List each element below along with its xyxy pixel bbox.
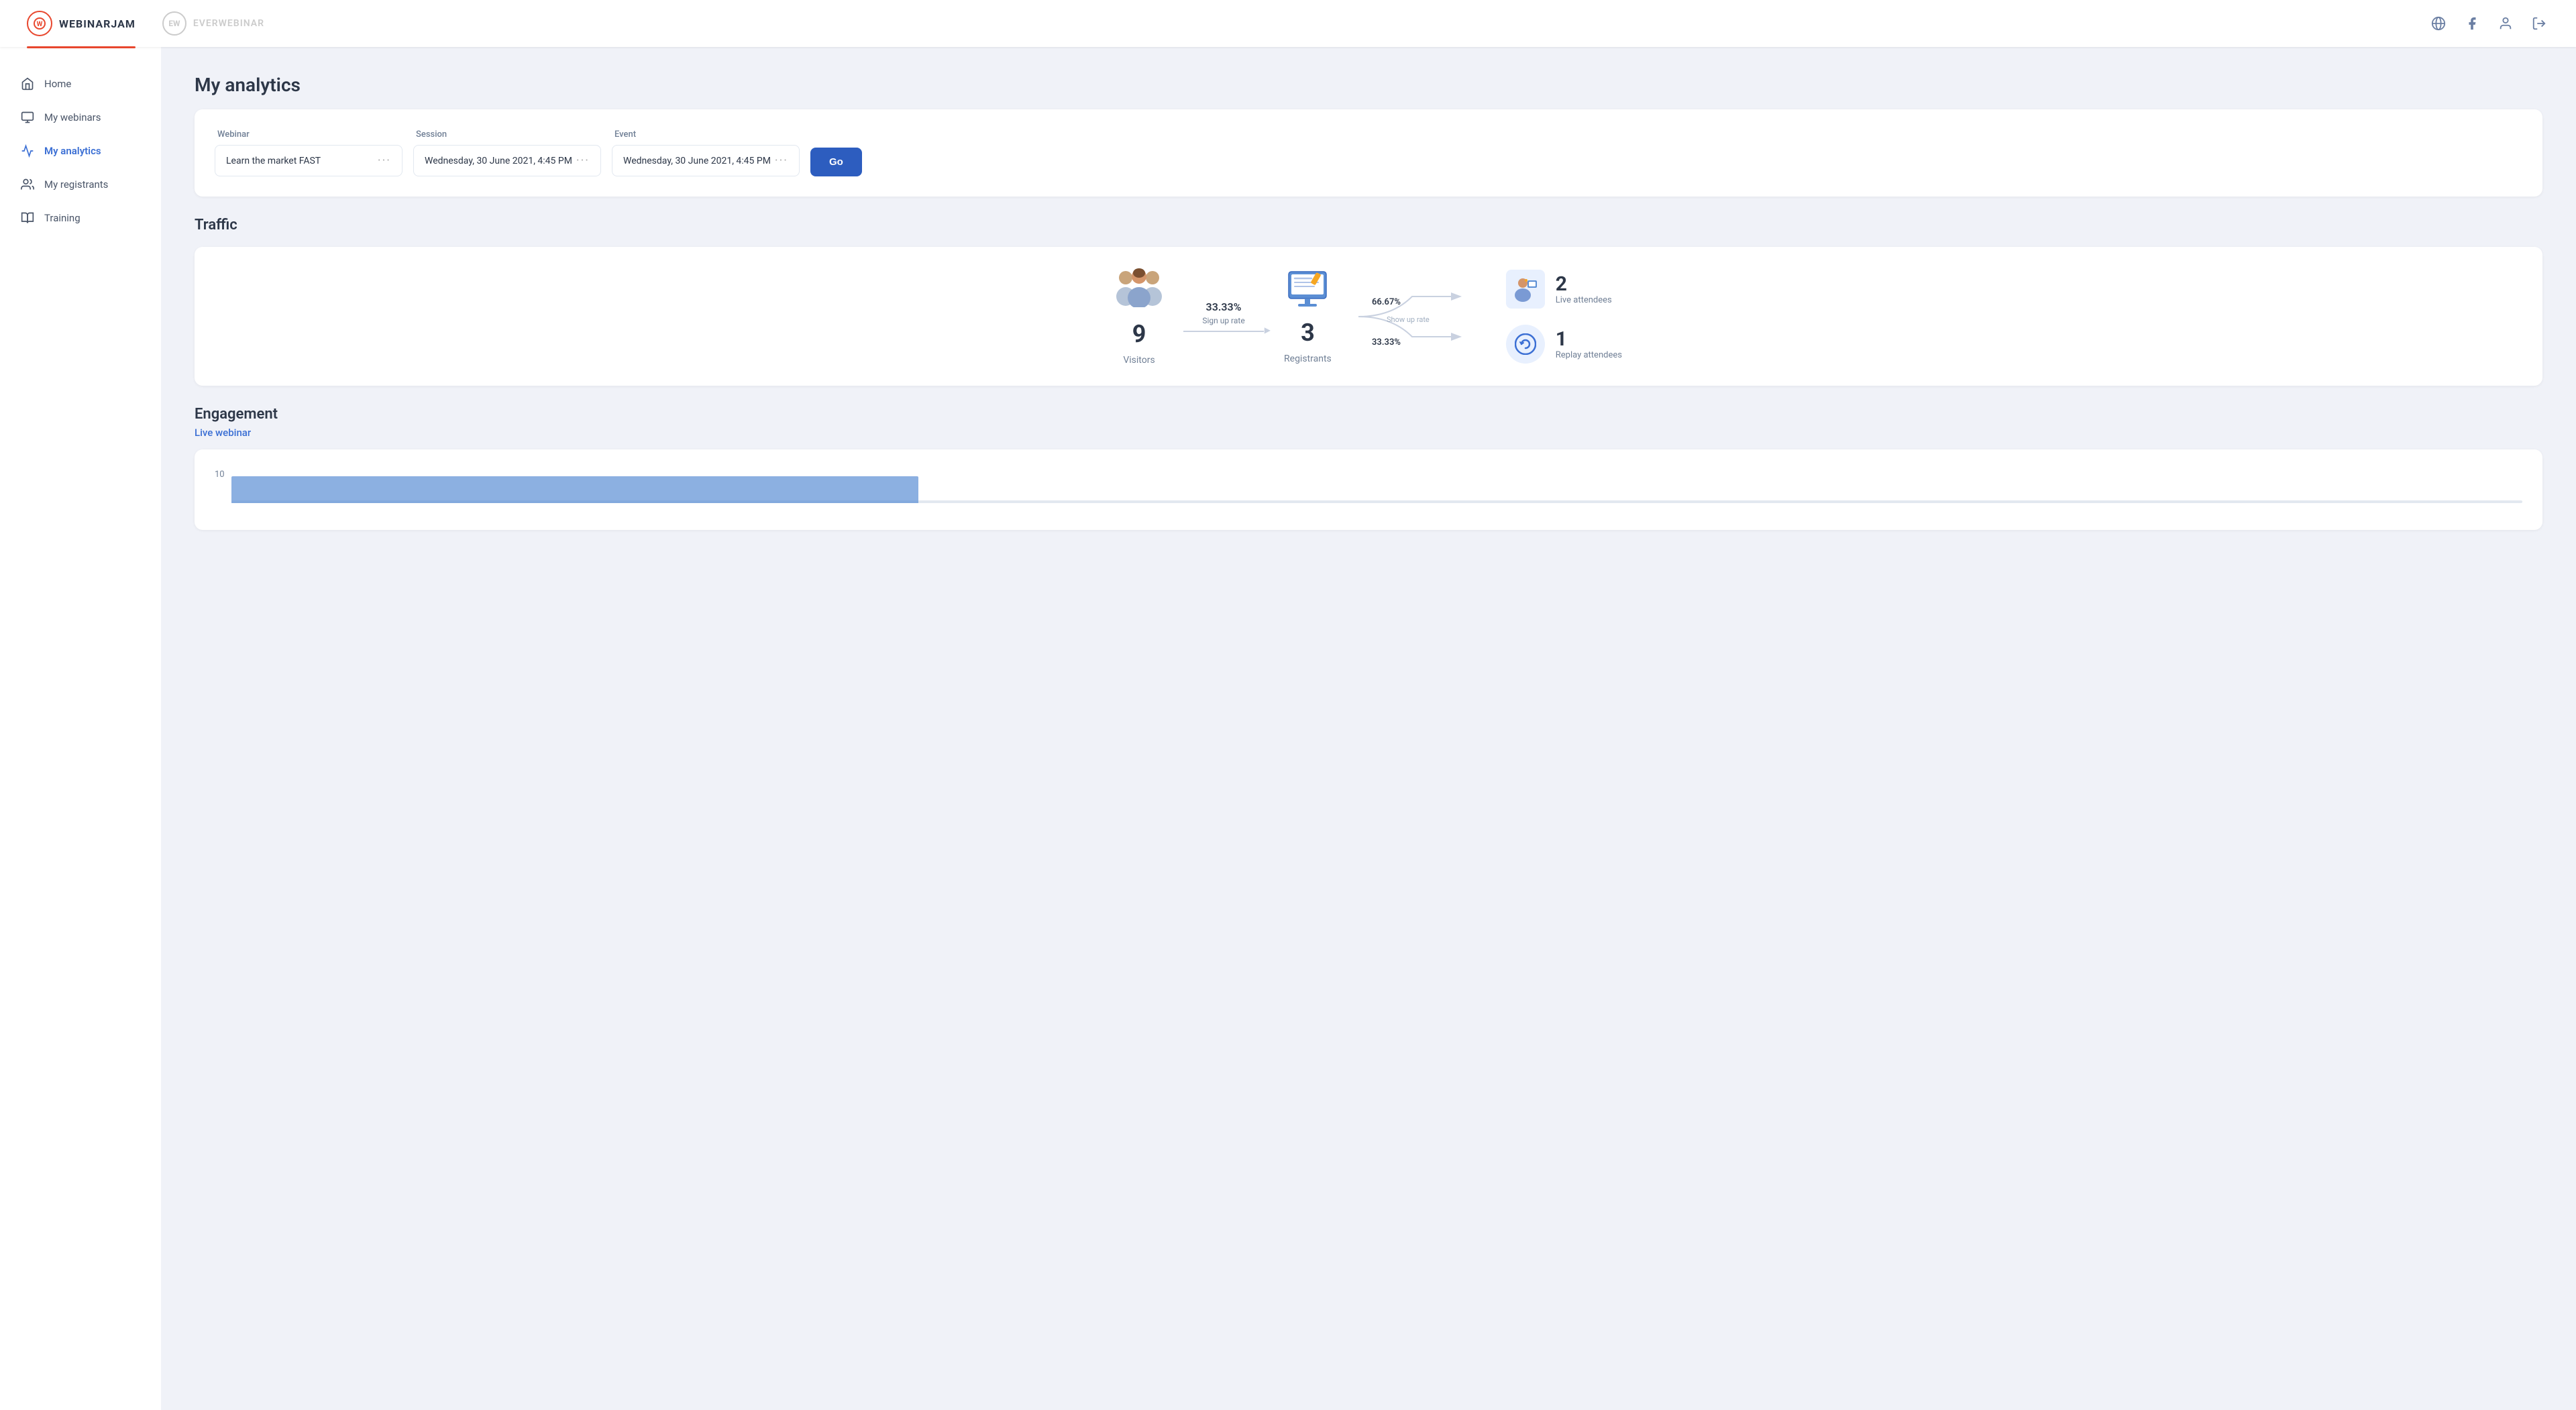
training-icon [20, 211, 35, 225]
webinarjam-logo[interactable]: W WEBINARJAM [27, 11, 136, 36]
filter-row: Webinar Learn the market FAST ··· Sessio… [215, 129, 2522, 176]
sidebar-label-my-analytics: My analytics [44, 145, 101, 157]
logout-icon[interactable] [2529, 13, 2549, 34]
sidebar-label-my-webinars: My webinars [44, 111, 101, 123]
sidebar-label-home: Home [44, 78, 71, 90]
session-select[interactable]: Wednesday, 30 June 2021, 4:45 PM ··· [413, 145, 601, 176]
event-select-value: Wednesday, 30 June 2021, 4:45 PM [623, 156, 771, 166]
globe-icon[interactable] [2428, 13, 2449, 34]
header-actions [2428, 13, 2549, 34]
sidebar-item-training[interactable]: Training [0, 201, 161, 235]
sidebar-label-training: Training [44, 212, 80, 224]
engagement-section-title: Engagement [195, 406, 2542, 423]
svg-text:33.33%: 33.33% [1372, 337, 1401, 347]
visitors-icon [1115, 267, 1163, 313]
webinar-filter-label: Webinar [215, 129, 402, 140]
everwebinar-logo[interactable]: EW EVERWEBINAR [162, 11, 264, 36]
chart-bar [231, 476, 919, 503]
monitor-icon [20, 110, 35, 125]
live-webinar-label: Live webinar [195, 427, 2542, 439]
ew-logo-text: EVERWEBINAR [193, 18, 264, 29]
webinar-select-value: Learn the market FAST [226, 156, 321, 166]
signup-rate-value: 33.33% [1206, 301, 1242, 313]
chart-baseline [231, 500, 2522, 503]
live-attendees-count: 2 [1556, 273, 1612, 295]
wj-logo-text: WEBINARJAM [59, 17, 136, 30]
registrants-label: Registrants [1284, 354, 1332, 364]
registrants-icon [20, 177, 35, 192]
home-icon [20, 76, 35, 91]
signup-rate-label: Sign up rate [1202, 316, 1244, 325]
visitors-label: Visitors [1123, 355, 1155, 366]
attendees-section: 2 Live attendees [1493, 270, 1622, 364]
replay-attendee-icon [1506, 325, 1545, 364]
event-dots-menu[interactable]: ··· [775, 154, 788, 168]
analytics-filter-card: Webinar Learn the market FAST ··· Sessio… [195, 109, 2542, 197]
user-icon[interactable] [2496, 13, 2516, 34]
registrants-icon [1286, 269, 1329, 312]
visitors-count: 9 [1132, 320, 1146, 348]
sidebar-item-my-webinars[interactable]: My webinars [0, 101, 161, 134]
signup-rate-arrow: 33.33% Sign up rate [1163, 301, 1284, 332]
session-filter-col: Session Wednesday, 30 June 2021, 4:45 PM… [413, 129, 601, 176]
branch-arrows: 66.67% Show up rate 33.33% [1332, 276, 1493, 357]
signup-arrow-line [1183, 331, 1264, 332]
chart-max-label: 10 [215, 470, 225, 480]
sidebar-item-home[interactable]: Home [0, 67, 161, 101]
session-filter-label: Session [413, 129, 601, 140]
replay-attendees-item: 1 Replay attendees [1506, 325, 1622, 364]
page-title: My analytics [195, 74, 2542, 96]
registrants-node: 3 Registrants [1284, 269, 1332, 364]
ew-logo-circle: EW [162, 11, 186, 36]
live-attendees-label: Live attendees [1556, 295, 1612, 305]
live-attendee-info: 2 Live attendees [1556, 273, 1612, 305]
svg-text:66.67%: 66.67% [1372, 297, 1401, 307]
replay-attendees-label: Replay attendees [1556, 350, 1622, 360]
traffic-flow: 9 Visitors 33.33% Sign up rate [215, 267, 2522, 366]
wj-logo-circle: W [27, 11, 52, 36]
event-filter-label: Event [612, 129, 800, 140]
traffic-card: 9 Visitors 33.33% Sign up rate [195, 247, 2542, 386]
session-select-value: Wednesday, 30 June 2021, 4:45 PM [425, 156, 572, 166]
event-filter-col: Event Wednesday, 30 June 2021, 4:45 PM ·… [612, 129, 800, 176]
session-dots-menu[interactable]: ··· [576, 154, 590, 168]
engagement-card: 10 [195, 449, 2542, 530]
analytics-icon [20, 144, 35, 158]
live-attendee-icon [1506, 270, 1545, 309]
go-button[interactable]: Go [810, 148, 862, 176]
live-attendees-item: 2 Live attendees [1506, 270, 1622, 309]
event-select[interactable]: Wednesday, 30 June 2021, 4:45 PM ··· [612, 145, 800, 176]
registrants-count: 3 [1301, 319, 1315, 347]
visitors-node: 9 Visitors [1115, 267, 1163, 366]
sidebar-item-my-registrants[interactable]: My registrants [0, 168, 161, 201]
svg-text:W: W [37, 21, 43, 28]
sidebar-label-my-registrants: My registrants [44, 178, 108, 191]
webinar-filter-col: Webinar Learn the market FAST ··· [215, 129, 402, 176]
header-logos: W WEBINARJAM EW EVERWEBINAR [27, 11, 264, 36]
webinar-dots-menu[interactable]: ··· [378, 154, 391, 168]
replay-attendees-count: 1 [1556, 328, 1622, 350]
traffic-section-title: Traffic [195, 217, 2542, 233]
header: W WEBINARJAM EW EVERWEBINAR [0, 0, 2576, 47]
layout: Home My webinars My analytics [0, 47, 2576, 1410]
facebook-icon[interactable] [2462, 13, 2482, 34]
engagement-chart: 10 [215, 470, 2522, 510]
replay-attendee-info: 1 Replay attendees [1556, 328, 1622, 360]
webinar-select[interactable]: Learn the market FAST ··· [215, 145, 402, 176]
sidebar-item-my-analytics[interactable]: My analytics [0, 134, 161, 168]
sidebar: Home My webinars My analytics [0, 47, 161, 1410]
svg-text:Show up rate: Show up rate [1387, 315, 1430, 324]
main-content: My analytics Webinar Learn the market FA… [161, 47, 2576, 1410]
